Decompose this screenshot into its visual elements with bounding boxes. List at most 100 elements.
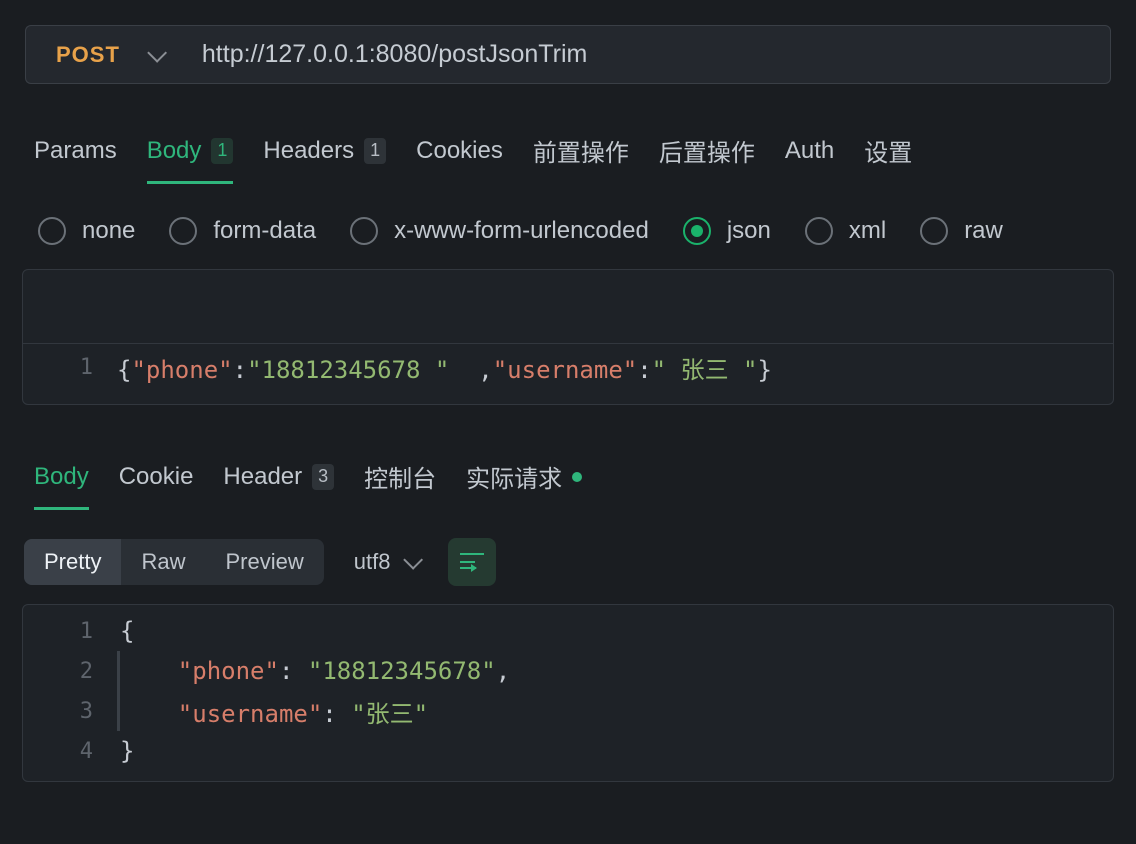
token-string: 张三 xyxy=(366,700,414,728)
count-badge: 1 xyxy=(364,138,386,164)
token-quote: " xyxy=(351,700,365,728)
encoding-select[interactable]: utf8 xyxy=(346,549,427,575)
token-quote: " xyxy=(218,356,232,384)
token-quote: " xyxy=(435,356,449,384)
line-number: 4 xyxy=(23,739,117,764)
body-type-xml[interactable]: xml xyxy=(805,217,886,245)
indent xyxy=(120,700,178,728)
body-type-form-data[interactable]: form-data xyxy=(169,217,316,245)
tab-label: 前置操作 xyxy=(533,133,629,168)
response-toolbar: Pretty Raw Preview utf8 xyxy=(0,512,1136,604)
tab-label: Cookie xyxy=(119,463,194,491)
tab-auth[interactable]: Auth xyxy=(785,125,834,183)
method-select[interactable]: POST xyxy=(25,25,182,84)
chevron-down-icon xyxy=(404,550,424,570)
status-dot-icon xyxy=(572,472,582,482)
request-tabs: Params Body 1 Headers 1 Cookies 前置操作 后置操… xyxy=(0,109,1136,187)
token-quote: " xyxy=(414,700,428,728)
editor-line: 1 { xyxy=(23,611,1113,651)
body-type-selector: none form-data x-www-form-urlencoded jso… xyxy=(0,187,1136,269)
tab-label: Headers xyxy=(263,137,354,165)
radio-icon xyxy=(683,217,711,245)
body-type-raw[interactable]: raw xyxy=(920,217,1003,245)
tab-post-request[interactable]: 后置操作 xyxy=(659,121,755,186)
tab-body[interactable]: Body 1 xyxy=(147,125,234,183)
code-content: } xyxy=(120,737,134,765)
editor-line: 4 } xyxy=(23,731,1113,771)
resp-tab-console[interactable]: 控制台 xyxy=(364,449,436,512)
token-quote: " xyxy=(743,356,757,384)
radio-label: json xyxy=(727,217,771,245)
token-colon: : xyxy=(233,356,247,384)
radio-icon xyxy=(920,217,948,245)
body-type-json[interactable]: json xyxy=(683,217,771,245)
tab-label: Body xyxy=(147,137,202,165)
view-raw[interactable]: Raw xyxy=(121,539,205,585)
body-type-xform[interactable]: x-www-form-urlencoded xyxy=(350,217,649,245)
tab-label: 设置 xyxy=(864,133,912,168)
line-number: 3 xyxy=(23,699,117,724)
token-quote: " xyxy=(178,657,192,685)
resp-tab-header[interactable]: Header 3 xyxy=(223,453,334,509)
editor-line: 3 "username": "张三" xyxy=(23,691,1113,731)
resp-tab-cookie[interactable]: Cookie xyxy=(119,453,194,509)
token-string: 张三 xyxy=(666,356,743,384)
tab-label: Auth xyxy=(785,137,834,165)
editor-line: 1 {"phone":"18812345678 " ,"username":" … xyxy=(23,344,1113,390)
response-body-editor[interactable]: 1 { 2 "phone": "18812345678", 3 "usernam… xyxy=(22,604,1114,782)
view-pretty[interactable]: Pretty xyxy=(24,539,121,585)
code-content: "username": "张三" xyxy=(120,694,428,729)
editor-top-gap xyxy=(23,270,1113,344)
encoding-label: utf8 xyxy=(354,549,391,575)
tab-label: Header xyxy=(223,463,302,491)
radio-label: none xyxy=(82,217,135,245)
tab-cookies[interactable]: Cookies xyxy=(416,125,503,183)
token-comma: , xyxy=(496,657,510,685)
method-label: POST xyxy=(56,42,120,68)
tab-headers[interactable]: Headers 1 xyxy=(263,125,386,183)
count-badge: 1 xyxy=(211,138,233,164)
token-key: phone xyxy=(192,657,264,685)
token-brace: { xyxy=(120,617,134,645)
token-quote: " xyxy=(481,657,495,685)
resp-tab-actual-request[interactable]: 实际请求 xyxy=(466,449,582,512)
resp-tab-body[interactable]: Body xyxy=(34,453,89,509)
token-string: 18812345678 xyxy=(262,356,435,384)
radio-icon xyxy=(805,217,833,245)
response-tabs: Body Cookie Header 3 控制台 实际请求 xyxy=(0,433,1136,512)
tab-label: 实际请求 xyxy=(466,459,562,494)
token-colon: : xyxy=(637,356,651,384)
view-mode-group: Pretty Raw Preview xyxy=(24,539,324,585)
token-key: username xyxy=(192,700,308,728)
word-wrap-icon xyxy=(460,553,484,571)
tab-label: 后置操作 xyxy=(659,133,755,168)
token-string: 18812345678 xyxy=(322,657,481,685)
radio-icon xyxy=(169,217,197,245)
tab-label: Body xyxy=(34,463,89,491)
radio-icon xyxy=(38,217,66,245)
view-preview[interactable]: Preview xyxy=(205,539,323,585)
line-number: 1 xyxy=(23,355,117,380)
token-key: username xyxy=(507,356,623,384)
token-brace: } xyxy=(120,737,134,765)
count-badge: 3 xyxy=(312,464,334,490)
tab-pre-request[interactable]: 前置操作 xyxy=(533,121,629,186)
tab-label: Params xyxy=(34,137,117,165)
url-input[interactable] xyxy=(182,25,1111,84)
request-body-editor[interactable]: 1 {"phone":"18812345678 " ,"username":" … xyxy=(22,269,1114,405)
token-quote: " xyxy=(623,356,637,384)
line-number: 1 xyxy=(23,619,117,644)
token-quote: " xyxy=(652,356,666,384)
code-content[interactable]: {"phone":"18812345678 " ,"username":" 张三… xyxy=(117,350,772,385)
token-quote: " xyxy=(178,700,192,728)
tab-settings[interactable]: 设置 xyxy=(864,121,912,186)
tab-params[interactable]: Params xyxy=(34,125,117,183)
token-comma: , xyxy=(449,356,492,384)
code-content: "phone": "18812345678", xyxy=(120,657,510,685)
editor-line: 2 "phone": "18812345678", xyxy=(23,651,1113,691)
request-bar: POST xyxy=(0,0,1136,109)
token-key: phone xyxy=(146,356,218,384)
word-wrap-button[interactable] xyxy=(448,538,496,586)
body-type-none[interactable]: none xyxy=(38,217,135,245)
token-brace: } xyxy=(757,356,771,384)
